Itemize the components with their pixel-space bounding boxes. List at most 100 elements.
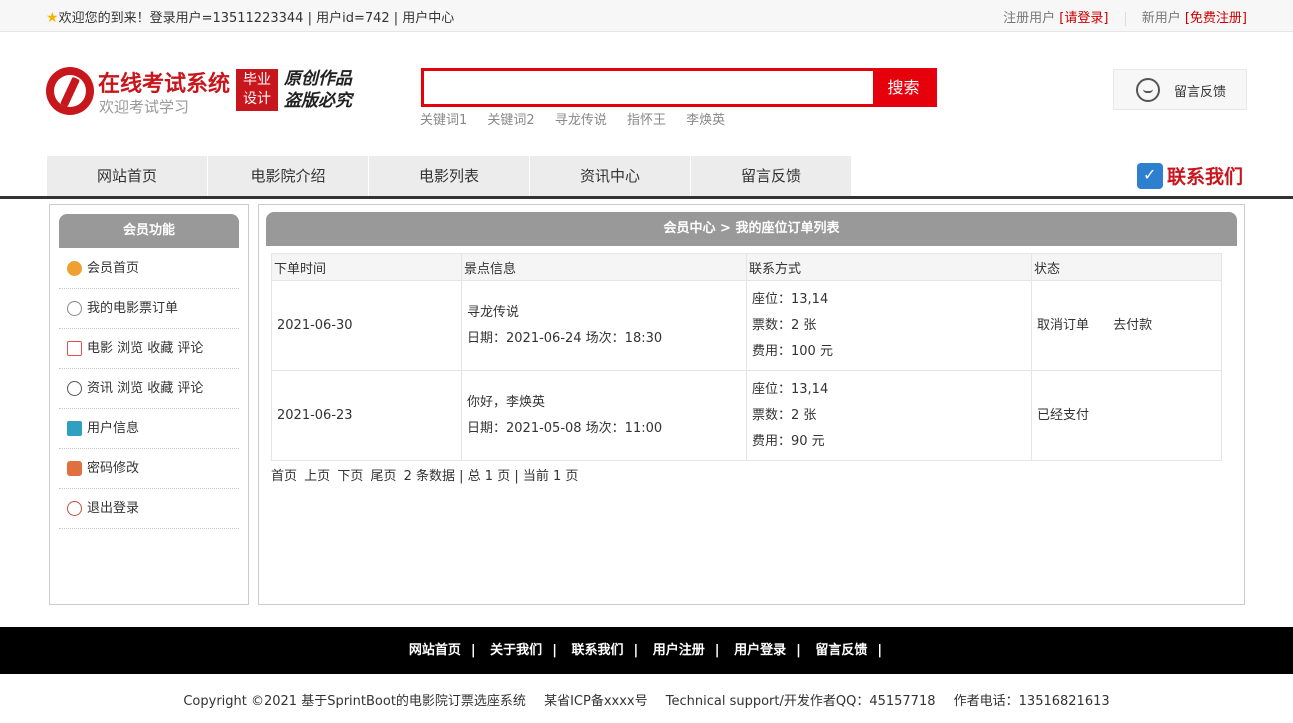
order-date: 2021-06-23: [271, 370, 462, 461]
ticket-count: 票数：2 张: [752, 317, 817, 333]
icp-text: 某省ICP备xxxx号: [544, 694, 648, 709]
sidebar-item-label: 退出登录: [87, 501, 140, 516]
top-bar: ★欢迎您的到来！登录用户=13511223344 | 用户id=742 | 用户…: [0, 0, 1293, 32]
sidebar-item-label: 用户信息: [87, 421, 140, 436]
pay-link[interactable]: 去付款: [1113, 318, 1152, 333]
nav-item-news[interactable]: 资讯中心: [530, 156, 690, 196]
keyword-link[interactable]: 寻龙传说: [555, 113, 607, 128]
sidebar-item-password[interactable]: 密码修改: [59, 449, 239, 489]
history-icon: [67, 381, 82, 396]
search-button[interactable]: 搜索: [873, 71, 934, 104]
order-status: 取消订单 去付款: [1031, 280, 1222, 371]
table-row: 2021-06-23 你好，李焕英 日期：2021-05-08 场次：11:00…: [271, 370, 1222, 461]
sidebar-item-ticket-orders[interactable]: 我的电影票订单: [59, 289, 239, 329]
keyword-link[interactable]: 指怀王: [627, 113, 666, 128]
sidebar-item-label: 我的电影票订单: [87, 301, 179, 316]
feedback-label: 留言反馈: [1174, 85, 1227, 100]
column-header: 下单时间: [271, 253, 462, 281]
copyright: Copyright ©2021 基于SprintBoot的电影院订票选座系统 某…: [0, 690, 1293, 709]
nav-item-home[interactable]: 网站首页: [47, 156, 207, 196]
sidebar-item-user-info[interactable]: 用户信息: [59, 409, 239, 449]
next-page-link[interactable]: 下页: [337, 469, 363, 484]
slogan-line-2: 盗版必究: [284, 91, 352, 111]
movie-info: 你好，李焕英 日期：2021-05-08 场次：11:00: [461, 370, 747, 461]
prev-page-link[interactable]: 上页: [304, 469, 330, 484]
sidebar-item-label: 密码修改: [87, 461, 140, 476]
new-user-label: 新用户: [1141, 11, 1181, 26]
search-input[interactable]: [424, 71, 876, 104]
nav-item-cinema-intro[interactable]: 电影院介绍: [208, 156, 368, 196]
site-subtitle: 欢迎考试学习: [99, 98, 190, 116]
main-nav: 网站首页 电影院介绍 电影列表 资讯中心 留言反馈: [47, 156, 852, 196]
divider: [1124, 11, 1126, 26]
footer-link[interactable]: 留言反馈: [815, 643, 867, 658]
sidebar-item-member-home[interactable]: 会员首页: [59, 249, 239, 289]
graduation-badge: 毕业 设计: [236, 69, 278, 111]
welcome-text[interactable]: 欢迎您的到来！登录用户=13511223344 | 用户id=742 | 用户中…: [59, 11, 455, 26]
ticket-count: 票数：2 张: [752, 407, 817, 423]
home-icon: [67, 261, 82, 276]
phone-icon: [1137, 162, 1163, 189]
grid-icon: [67, 341, 82, 356]
sidebar-item-label: 资讯 浏览 收藏 评论: [87, 381, 204, 396]
order-date: 2021-06-30: [271, 280, 462, 371]
keyword-link[interactable]: 关键词2: [487, 113, 534, 128]
keyword-link[interactable]: 李焕英: [686, 113, 725, 128]
nav-divider: [0, 196, 1293, 199]
footer-link[interactable]: 用户注册: [653, 643, 705, 658]
login-link[interactable]: [请登录]: [1059, 11, 1108, 26]
movie-schedule: 日期：2021-06-24 场次：18:30: [467, 330, 663, 346]
sidebar-item-news[interactable]: 资讯 浏览 收藏 评论: [59, 369, 239, 409]
movie-schedule: 日期：2021-05-08 场次：11:00: [467, 420, 663, 436]
copyright-text: Copyright ©2021 基于SprintBoot的电影院订票选座系统: [183, 694, 526, 709]
order-details: 座位：13,14 票数：2 张 费用：100 元: [746, 280, 1032, 371]
sidebar-item-logout[interactable]: 退出登录: [59, 489, 239, 529]
nav-item-movie-list[interactable]: 电影列表: [369, 156, 529, 196]
footer-nav: 网站首页 | 关于我们 | 联系我们 | 用户注册 | 用户登录 | 留言反馈 |: [0, 627, 1293, 674]
sidebar-item-label: 电影 浏览 收藏 评论: [87, 341, 204, 356]
logo-icon: [46, 67, 94, 115]
welcome-area: ★欢迎您的到来！登录用户=13511223344 | 用户id=742 | 用户…: [46, 7, 454, 26]
heart-icon: [67, 301, 82, 316]
status-text: 已经支付: [1037, 407, 1090, 423]
table-header-row: 下单时间 景点信息 联系方式 状态: [271, 253, 1222, 281]
badge-line-2: 设计: [243, 91, 271, 107]
sidebar-title: 会员功能: [59, 214, 239, 248]
order-fee: 费用：100 元: [752, 343, 833, 359]
star-icon: ★: [46, 10, 59, 26]
footer-link[interactable]: 用户登录: [734, 643, 786, 658]
first-page-link[interactable]: 首页: [271, 469, 297, 484]
seat-info: 座位：13,14: [752, 381, 829, 397]
order-details: 座位：13,14 票数：2 张 费用：90 元: [746, 370, 1032, 461]
order-status: 已经支付: [1031, 370, 1222, 461]
column-header: 状态: [1031, 253, 1222, 281]
orders-table: 下单时间 景点信息 联系方式 状态 2021-06-30 寻龙传说 日期：202…: [271, 253, 1222, 461]
slogan: 原创作品 盗版必究: [284, 68, 374, 112]
movie-info: 寻龙传说 日期：2021-06-24 场次：18:30: [461, 280, 747, 371]
feedback-button[interactable]: 留言反馈: [1113, 69, 1247, 110]
search-box: 搜索: [421, 68, 937, 107]
hot-keywords: 关键词1 关键词2 寻龙传说 指怀王 李焕英: [420, 109, 741, 128]
pagination: 首页 上页 下页 尾页 2 条数据 | 总 1 页 | 当前 1 页: [271, 465, 581, 484]
order-fee: 费用：90 元: [752, 433, 825, 449]
free-register-link[interactable]: [免费注册]: [1185, 11, 1247, 26]
movie-title: 寻龙传说: [467, 304, 520, 320]
power-icon: [67, 501, 82, 516]
lock-icon: [67, 461, 82, 476]
column-header: 景点信息: [461, 253, 747, 281]
nav-item-feedback[interactable]: 留言反馈: [691, 156, 851, 196]
table-row: 2021-06-30 寻龙传说 日期：2021-06-24 场次：18:30 座…: [271, 280, 1222, 371]
contact-us[interactable]: 联系我们: [1137, 162, 1243, 189]
sidebar-item-movies[interactable]: 电影 浏览 收藏 评论: [59, 329, 239, 369]
clipboard-icon: [67, 421, 82, 436]
breadcrumb: 会员中心 > 我的座位订单列表: [266, 212, 1237, 246]
cancel-order-link[interactable]: 取消订单: [1037, 318, 1089, 333]
register-label: 注册用户: [1003, 11, 1056, 26]
footer-link[interactable]: 网站首页: [409, 643, 461, 658]
keyword-link[interactable]: 关键词1: [420, 113, 467, 128]
footer-link[interactable]: 联系我们: [571, 643, 623, 658]
last-page-link[interactable]: 尾页: [370, 469, 396, 484]
footer-link[interactable]: 关于我们: [490, 643, 542, 658]
seat-info: 座位：13,14: [752, 291, 829, 307]
sidebar-item-label: 会员首页: [87, 261, 140, 276]
